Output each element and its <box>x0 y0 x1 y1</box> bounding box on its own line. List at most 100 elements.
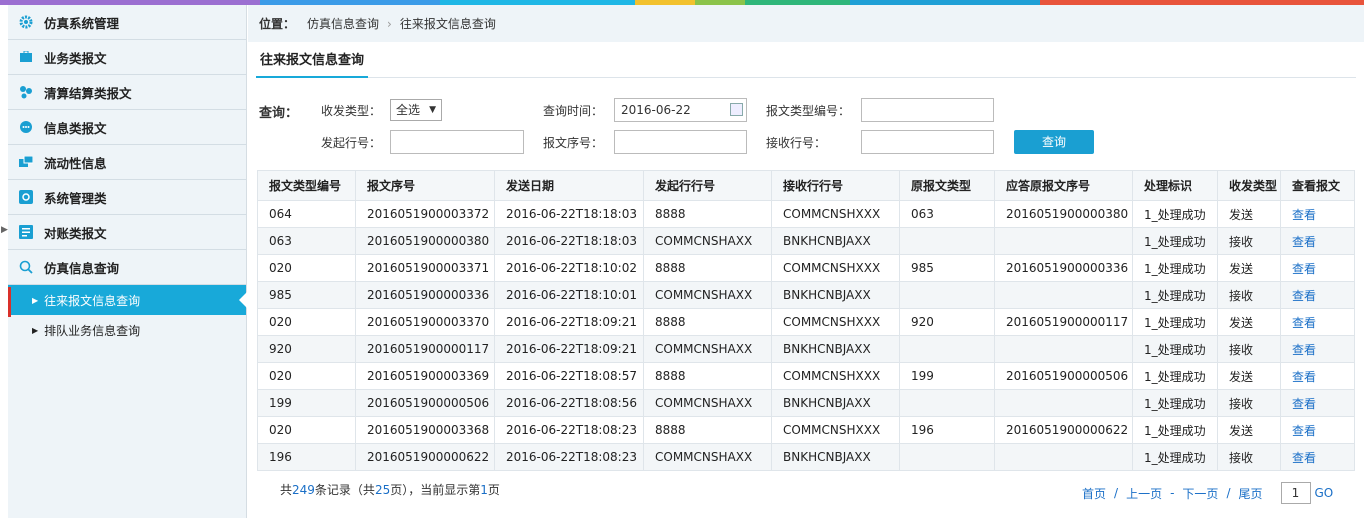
msgtype-input[interactable] <box>861 98 994 122</box>
status-cell: 1_处理成功 <box>1132 227 1218 255</box>
sidebar-item-message-query[interactable]: ▶ 往来报文信息查询 <box>8 285 247 315</box>
sender-cell: 8888 <box>643 254 772 282</box>
view-link[interactable]: 查看 <box>1280 200 1355 228</box>
msgtype-cell: 020 <box>257 416 356 444</box>
seq-cell: 2016051900003372 <box>355 200 495 228</box>
sidebar-item-label: 往来报文信息查询 <box>44 293 141 308</box>
status-cell: 1_处理成功 <box>1132 281 1218 309</box>
orig-seq-cell <box>994 335 1133 363</box>
menu-group-sim-query[interactable]: 仿真信息查询 <box>8 250 246 285</box>
go-button[interactable]: GO <box>1315 486 1334 500</box>
status-cell: 1_处理成功 <box>1132 362 1218 390</box>
menu-group-info[interactable]: 信息类报文 <box>8 110 246 145</box>
receiver-cell: COMMCNSHXXX <box>771 362 900 390</box>
table-row: 020 2016051900003369 2016-06-22T18:08:57 88… <box>257 362 1355 390</box>
menu-group-business[interactable]: 业务类报文 <box>8 40 246 75</box>
menu-group-sim-mgmt[interactable]: 仿真系统管理 <box>8 5 246 40</box>
direction-cell: 发送 <box>1217 254 1281 282</box>
date-cell: 2016-06-22T18:10:02 <box>494 254 644 282</box>
menu-group-system[interactable]: 系统管理类 <box>8 180 246 215</box>
chevron-right-icon: › <box>387 16 392 31</box>
status-cell: 1_处理成功 <box>1132 416 1218 444</box>
view-link[interactable]: 查看 <box>1280 416 1355 444</box>
table-header-row: 报文类型编号 报文序号 发送日期 发起行行号 接收行行号 原报文类型 应答原报文… <box>257 170 1355 201</box>
summary-text: 页），当前显示第 <box>390 483 481 497</box>
view-link[interactable]: 查看 <box>1280 335 1355 363</box>
chat-icon <box>18 119 34 135</box>
menu-group-label: 仿真信息查询 <box>44 260 120 276</box>
next-page-link[interactable]: 下一页 <box>1182 485 1218 502</box>
msgtype-cell: 020 <box>257 254 356 282</box>
caret-down-icon: ▼ <box>429 105 436 115</box>
date-cell: 2016-06-22T18:08:56 <box>494 389 644 417</box>
seq-cell: 2016051900003368 <box>355 416 495 444</box>
type-select-value: 全选 <box>396 103 421 117</box>
sidebar-item-queue-query[interactable]: ▶ 排队业务信息查询 <box>8 315 246 345</box>
prev-page-link[interactable]: 上一页 <box>1126 485 1162 502</box>
current-page: 1 <box>480 483 488 497</box>
pager-separator: / <box>1114 486 1119 500</box>
orig-seq-cell <box>994 389 1133 417</box>
search-icon <box>18 259 34 275</box>
date-value: 2016-06-22 <box>621 103 691 117</box>
receiver-cell: BNKHCNBJAXX <box>771 443 900 471</box>
date-input[interactable]: 2016-06-22 <box>614 98 747 122</box>
receiver-cell: BNKHCNBJAXX <box>771 335 900 363</box>
first-page-link[interactable]: 首页 <box>1082 485 1106 502</box>
seq-input[interactable] <box>614 130 747 154</box>
pager-separator: - <box>1170 486 1175 500</box>
status-cell: 1_处理成功 <box>1132 200 1218 228</box>
orig-type-cell: 199 <box>899 362 995 390</box>
receiver-cell: BNKHCNBJAXX <box>771 389 900 417</box>
view-link[interactable]: 查看 <box>1280 362 1355 390</box>
receiver-cell: BNKHCNBJAXX <box>771 281 900 309</box>
table-row: 196 2016051900000622 2016-06-22T18:08:23 CO… <box>257 443 1355 471</box>
view-link[interactable]: 查看 <box>1280 281 1355 309</box>
menu-group-liquidity[interactable]: 流动性信息 <box>8 145 246 180</box>
date-cell: 2016-06-22T18:10:01 <box>494 281 644 309</box>
sender-label: 发起行号： <box>321 136 382 150</box>
active-indicator <box>8 287 11 317</box>
orig-seq-cell: 2016051900000117 <box>994 308 1133 336</box>
direction-cell: 接收 <box>1217 389 1281 417</box>
orig-seq-cell: 2016051900000380 <box>994 200 1133 228</box>
direction-cell: 发送 <box>1217 200 1281 228</box>
view-link[interactable]: 查看 <box>1280 389 1355 417</box>
table-row: 985 2016051900000336 2016-06-22T18:10:01 CO… <box>257 281 1355 309</box>
date-cell: 2016-06-22T18:18:03 <box>494 200 644 228</box>
orig-seq-cell <box>994 281 1133 309</box>
calendar-icon[interactable] <box>730 103 743 116</box>
time-label: 查询时间： <box>543 104 604 118</box>
menu-group-settlement[interactable]: 清算结算类报文 <box>8 75 246 110</box>
windows-icon <box>18 154 34 170</box>
sender-cell: 8888 <box>643 416 772 444</box>
orig-seq-cell: 2016051900000336 <box>994 254 1133 282</box>
view-link[interactable]: 查看 <box>1280 443 1355 471</box>
expand-arrow-icon[interactable]: ▶ <box>1 225 8 235</box>
date-cell: 2016-06-22T18:18:03 <box>494 227 644 255</box>
menu-group-label: 清算结算类报文 <box>44 85 132 101</box>
menu-group-label: 系统管理类 <box>44 190 107 206</box>
type-label: 收发类型： <box>321 104 382 118</box>
table-row: 199 2016051900000506 2016-06-22T18:08:56 CO… <box>257 389 1355 417</box>
col-header: 收发类型 <box>1217 170 1281 201</box>
title-bar: 往来报文信息查询 <box>256 50 1356 78</box>
orig-seq-cell <box>994 443 1133 471</box>
query-button[interactable]: 查询 <box>1014 130 1094 154</box>
sender-cell: COMMCNSHAXX <box>643 335 772 363</box>
view-link[interactable]: 查看 <box>1280 227 1355 255</box>
page-input[interactable]: 1 <box>1280 482 1311 504</box>
sender-input[interactable] <box>390 130 524 154</box>
seq-cell: 2016051900000380 <box>355 227 495 255</box>
last-page-link[interactable]: 尾页 <box>1238 485 1262 502</box>
breadcrumb-item[interactable]: 仿真信息查询 <box>307 15 379 32</box>
status-cell: 1_处理成功 <box>1132 335 1218 363</box>
view-link[interactable]: 查看 <box>1280 308 1355 336</box>
view-link[interactable]: 查看 <box>1280 254 1355 282</box>
caret-right-icon: ▶ <box>32 325 39 335</box>
menu-group-reconcile[interactable]: 对账类报文 <box>8 215 246 250</box>
type-select[interactable]: 全选 ▼ <box>390 99 442 121</box>
collapse-strip[interactable]: ▶ <box>0 5 8 518</box>
receiver-input[interactable] <box>861 130 994 154</box>
summary-text: 页 <box>487 483 500 497</box>
